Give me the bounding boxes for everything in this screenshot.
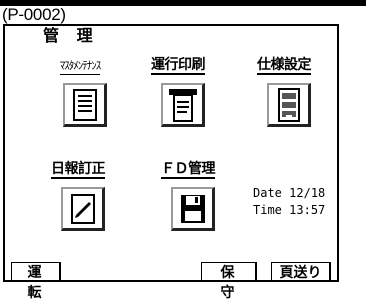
- run-button[interactable]: 運 転: [11, 262, 61, 301]
- time-value: 13:57: [289, 203, 326, 217]
- document-list-icon[interactable]: [63, 83, 107, 127]
- spec-settings-label: 仕様設定: [257, 57, 312, 75]
- fd-management-button[interactable]: ＦＤ管理: [151, 158, 225, 179]
- edit-document-icon[interactable]: [61, 187, 105, 231]
- date-readout: Date 12/18: [253, 186, 325, 200]
- fd-management-label: ＦＤ管理: [161, 161, 216, 179]
- maintenance-button[interactable]: 保 守: [201, 262, 257, 301]
- section-title: 管 理: [43, 26, 99, 45]
- operation-print-label: 運行印刷: [151, 57, 206, 75]
- daily-report-correction-label: 日報訂正: [51, 161, 106, 179]
- date-value: 12/18: [289, 186, 326, 200]
- spec-settings-button[interactable]: 仕様設定: [247, 54, 321, 75]
- cabinet-icon[interactable]: [267, 83, 311, 127]
- master-maintenance-button[interactable]: ﾏｽﾀﾒﾝﾃﾅﾝｽ: [43, 54, 117, 75]
- screen-id: (P-0002): [2, 5, 66, 24]
- date-label: Date: [253, 186, 282, 200]
- management-panel: 管 理 ﾏｽﾀﾒﾝﾃﾅﾝｽ 運行印刷 仕様設定 日報訂正 ＦＤ管理 Date 1…: [3, 24, 339, 301]
- next-page-button[interactable]: 頁送り: [271, 262, 331, 282]
- operation-print-button[interactable]: 運行印刷: [141, 54, 215, 75]
- master-maintenance-label: ﾏｽﾀﾒﾝﾃﾅﾝｽ: [59, 58, 101, 75]
- time-readout: Time 13:57: [253, 203, 325, 217]
- printer-icon[interactable]: [161, 83, 205, 127]
- daily-report-correction-button[interactable]: 日報訂正: [41, 158, 115, 179]
- time-label: Time: [253, 203, 282, 217]
- floppy-disk-icon[interactable]: [171, 187, 215, 231]
